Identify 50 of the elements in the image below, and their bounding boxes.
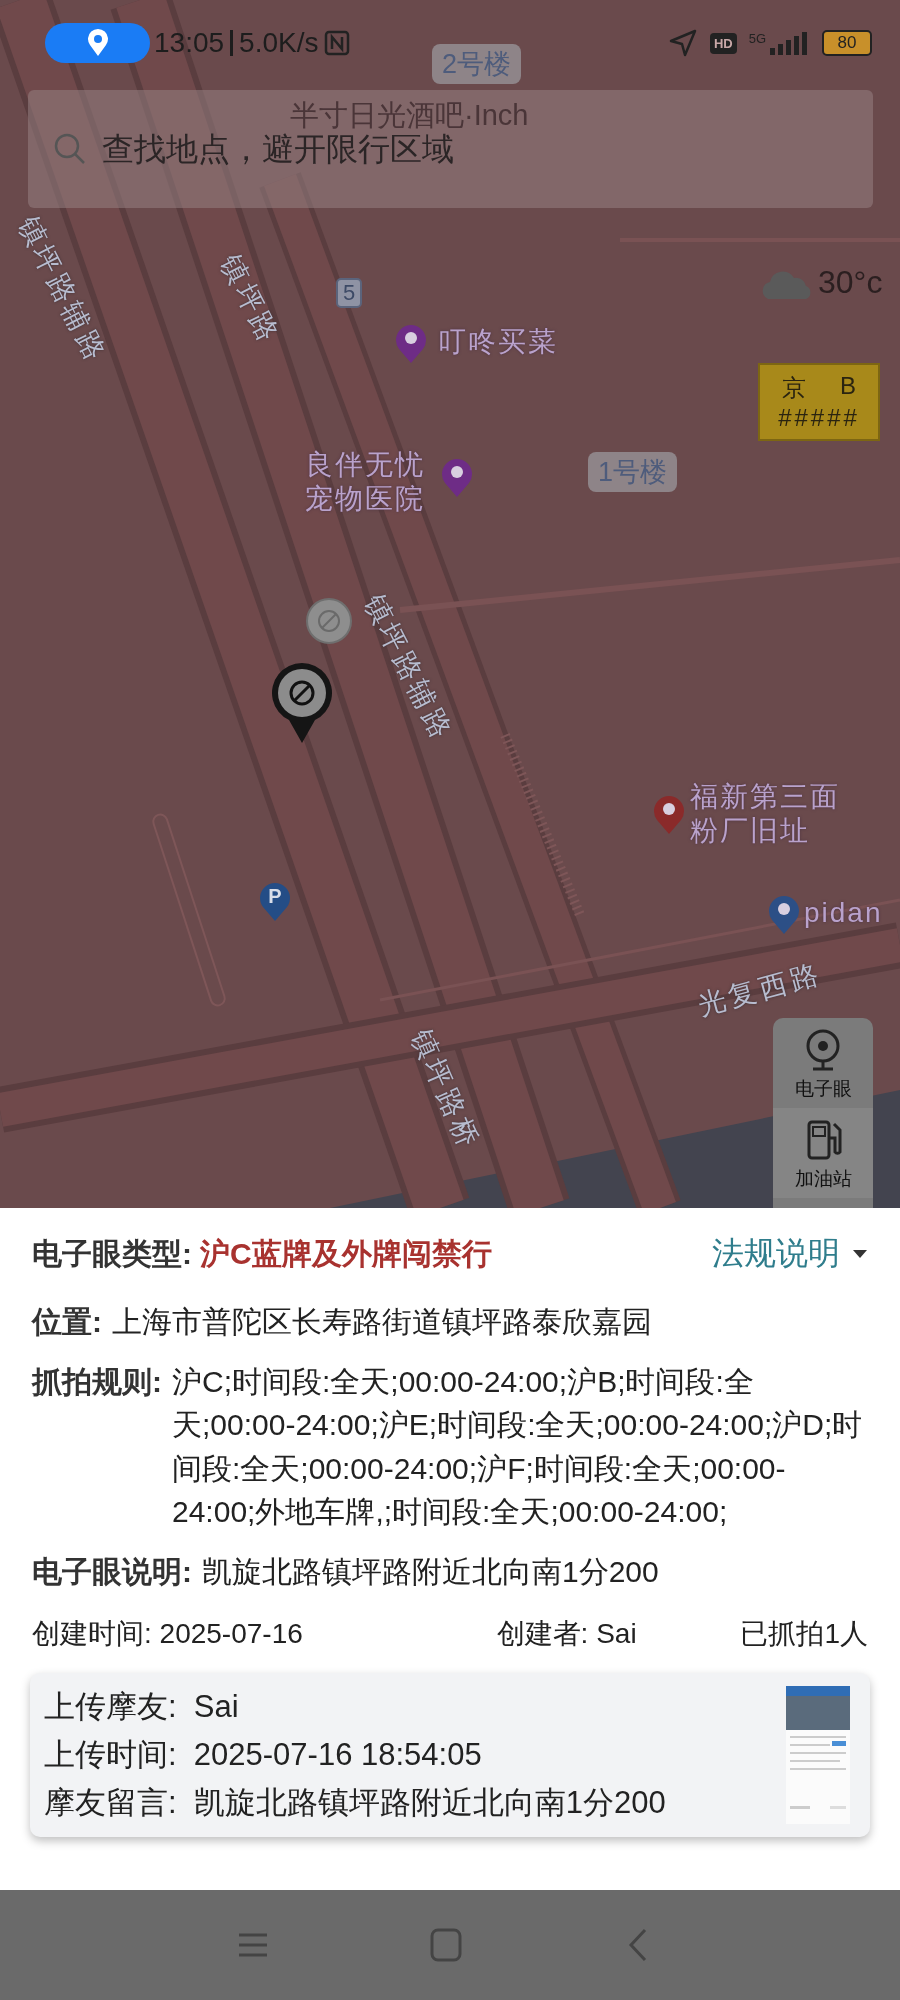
field-label: 抓拍规则: (32, 1363, 162, 1400)
gas-station-button[interactable]: 加油站 (773, 1108, 873, 1198)
no-entry-pin-icon[interactable] (269, 660, 335, 744)
road-label: 镇坪路桥 (404, 1024, 487, 1157)
map-pin-icon[interactable] (767, 893, 801, 935)
location-button[interactable] (45, 23, 150, 63)
regulations-dropdown[interactable]: 法规说明 (712, 1232, 868, 1276)
poi-label[interactable]: 福新第三面粉厂旧址 (690, 780, 851, 848)
network-type-text: 5G (748, 31, 766, 46)
route-shield: 5 (336, 278, 363, 308)
plate-number: ##### (778, 404, 860, 432)
license-plate-badge[interactable]: 京 B ##### (758, 363, 880, 441)
upload-info-text: 摩友留言: 凯旋北路镇坪路附近北向南1分200 (44, 1784, 666, 1823)
field-label: 电子眼说明: (32, 1553, 192, 1590)
navigation-arrow-icon (667, 28, 698, 58)
poi-label: 半寸日光酒吧·Inch (290, 98, 529, 133)
upload-info-text: 上传摩友: Sai (44, 1688, 240, 1726)
location-pin-icon (86, 29, 109, 57)
map-pin-icon[interactable] (652, 793, 686, 835)
camera-type-value: 沪C蓝牌及外牌闯禁行 (200, 1236, 492, 1270)
caret-icon (852, 1249, 868, 1259)
map-pin-icon[interactable] (394, 322, 428, 364)
upload-card[interactable]: 上传摩友: Sai 上传时间: 2025-07-16 18:54:05 摩友留言: 凯旋北路镇坪路附近北向南1分200 (30, 1673, 870, 1838)
road-label: 镇坪路辅路 (357, 588, 460, 748)
field-value: 沪C;时间段:全天;00:00-24:00;沪B;时间段:全天;00:00-24:00;沪E;时间段:全天;00:00-24:00;沪D;时间段:全天;00:00-24:00;沪F;时间段:全天;00:00-24:00;外地车牌,;时间段:全天;00:00-24:00; (172, 1363, 864, 1530)
upload-info-text: 上传时间: 2025-07-16 18:54:05 (44, 1736, 483, 1775)
clock-text: 13:05 (154, 27, 225, 59)
poi-label[interactable]: 良伴无忧宠物医院 (296, 448, 425, 516)
building-label: 1号楼 (588, 452, 678, 492)
map-pin-icon[interactable] (440, 456, 474, 498)
field-value: 凯旋北路镇坪路附近北向南1分200 (202, 1553, 660, 1590)
poi-label[interactable]: 叮咚买菜 (438, 325, 558, 359)
screenshot-thumbnail[interactable] (786, 1686, 850, 1825)
road-label: 镇坪路 (213, 248, 288, 352)
plate-province: 京 (782, 373, 806, 403)
meta-text: 创建者: Sai (496, 1617, 637, 1651)
poi-label[interactable]: pidan (804, 896, 883, 930)
network-speed-text: 5.0K/s (239, 27, 319, 59)
camera-type-label: 电子眼类型: (32, 1236, 192, 1270)
meta-text: 创建时间: 2025-07-16 (32, 1617, 303, 1651)
plate-letter: B (840, 372, 856, 401)
battery-indicator: 80 (822, 30, 872, 56)
no-entry-marker-icon[interactable] (305, 597, 353, 645)
nfc-icon (324, 30, 351, 56)
meta-text: 已抓拍1人 (740, 1617, 868, 1651)
road-label: 镇坪路辅路 (11, 210, 114, 370)
temperature-text: 30°c (818, 264, 883, 301)
field-value: 上海市普陀区长寿路街道镇坪路泰欣嘉园 (112, 1304, 653, 1340)
building-label: 2号楼 (432, 44, 522, 84)
field-label: 位置: (32, 1304, 102, 1340)
